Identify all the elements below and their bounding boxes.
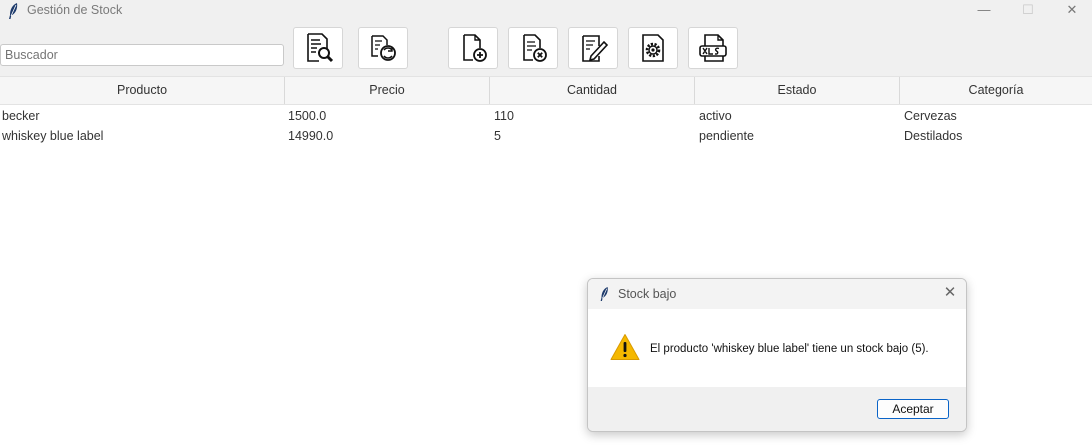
edit-button[interactable] [568, 27, 618, 69]
edit-document-icon [582, 35, 609, 62]
maximize-button[interactable]: ☐ [1005, 0, 1051, 22]
add-button[interactable] [448, 27, 498, 69]
close-window-button[interactable]: ✕ [1049, 0, 1092, 22]
refresh-document-icon [371, 35, 396, 61]
column-header-cantidad[interactable]: Cantidad [490, 77, 695, 104]
window-title: Gestión de Stock [27, 3, 123, 17]
settings-button[interactable] [628, 27, 678, 69]
feather-icon [9, 3, 18, 19]
cell-categoria: Destilados [904, 129, 963, 143]
column-header-estado[interactable]: Estado [695, 77, 900, 104]
dialog-title-bar[interactable]: Stock bajo ✕ [588, 279, 966, 309]
dialog-body: El producto 'whiskey blue label' tiene u… [588, 309, 966, 387]
column-header-precio[interactable]: Precio [285, 77, 490, 104]
cell-producto: becker [2, 109, 40, 123]
cell-cantidad: 5 [494, 129, 501, 143]
cell-estado: pendiente [699, 129, 754, 143]
title-bar: Gestión de Stock — ☐ ✕ [0, 0, 1092, 22]
xls-export-icon [699, 34, 727, 62]
dialog-title: Stock bajo [618, 287, 677, 301]
search-button[interactable] [293, 27, 343, 69]
column-header-categoria[interactable]: Categoría [900, 77, 1092, 104]
table-row[interactable]: becker 1500.0 110 activo Cervezas [0, 106, 1092, 126]
table-header: Producto Precio Cantidad Estado Categorí… [0, 76, 1092, 105]
delete-button[interactable] [508, 27, 558, 69]
add-document-icon [463, 34, 487, 62]
dialog-footer: Aceptar [588, 387, 966, 431]
refresh-button[interactable] [358, 27, 408, 69]
dialog-message: El producto 'whiskey blue label' tiene u… [650, 343, 929, 355]
export-xls-button[interactable] [688, 27, 738, 69]
cell-precio: 1500.0 [288, 109, 327, 123]
delete-document-icon [523, 34, 547, 62]
feather-icon [600, 287, 608, 301]
dialog-close-button[interactable]: ✕ [940, 283, 960, 303]
cell-producto: whiskey blue label [2, 129, 104, 143]
settings-document-icon [642, 34, 664, 62]
table-row[interactable]: whiskey blue label 14990.0 5 pendiente D… [0, 126, 1092, 146]
warning-icon [610, 334, 640, 360]
search-input[interactable] [0, 44, 284, 66]
cell-precio: 14990.0 [288, 129, 334, 143]
search-document-icon [307, 33, 334, 63]
minimize-button[interactable]: — [961, 0, 1007, 22]
column-header-producto[interactable]: Producto [0, 77, 285, 104]
cell-categoria: Cervezas [904, 109, 957, 123]
stock-warning-dialog: Stock bajo ✕ El producto 'whiskey blue l… [587, 278, 967, 432]
cell-estado: activo [699, 109, 732, 123]
cell-cantidad: 110 [494, 109, 514, 123]
accept-button[interactable]: Aceptar [877, 399, 949, 419]
